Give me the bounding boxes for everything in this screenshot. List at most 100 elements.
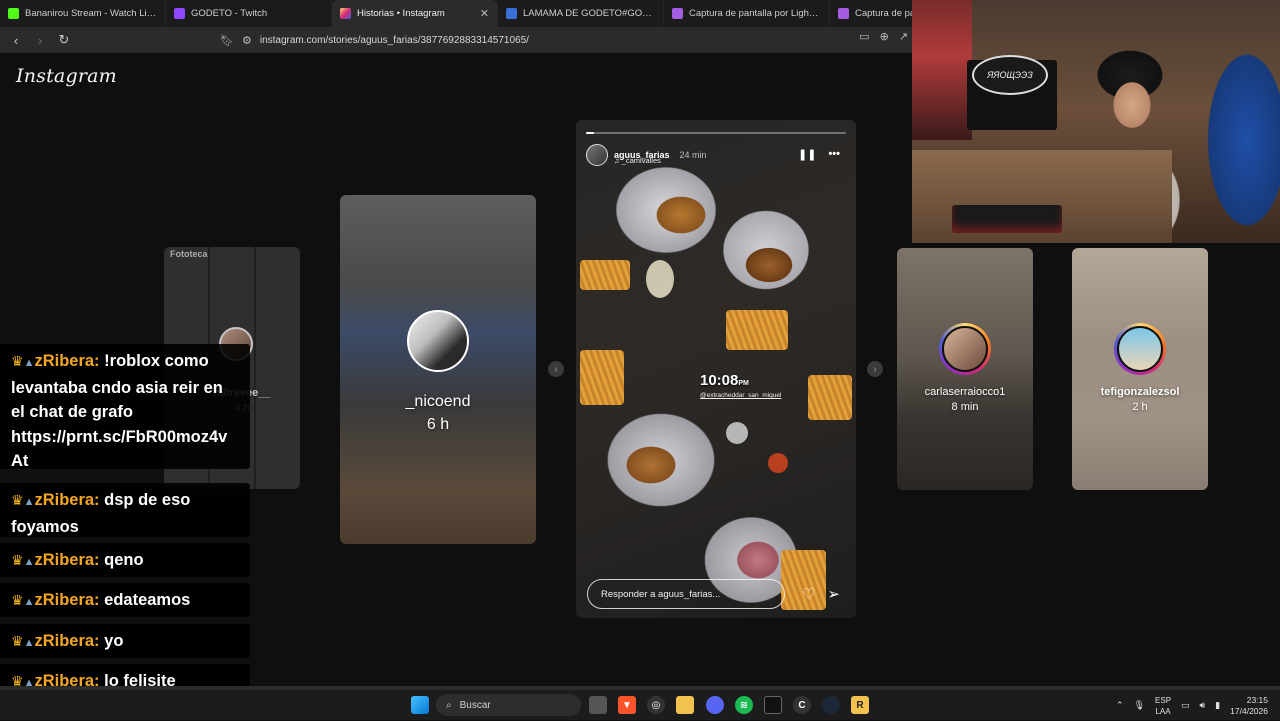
clock-date: 17/4/2026 [1230,705,1268,716]
clock-time: 23:15 [1246,694,1268,705]
volume-icon[interactable]: 🔊︎ [1200,700,1206,711]
battery-icon[interactable]: ▮ [1215,700,1220,711]
spotify-icon[interactable]: ≋ [735,696,753,714]
site-info-icon[interactable]: ⚙︎ [242,34,252,47]
avatar [407,310,469,372]
tab-title: Bananirou Stream - Watch Live o [25,8,157,19]
tab-title: LAMAMA DE GODETO#GOLPE - Esta [523,8,655,19]
chat-text: yo [104,632,124,650]
story-preview-tefigonzalezsol[interactable]: tefigonzalezsol 2 h [1072,248,1208,490]
chat-text: qeno [104,551,144,569]
taskbar-search[interactable]: ⌕ Buscar [436,694,581,716]
capcut-icon[interactable] [764,696,782,714]
file-explorer-icon[interactable] [676,696,694,714]
instagram-logo[interactable]: Instagram [16,65,117,87]
previous-story-button[interactable]: ‹ [548,361,564,377]
discord-icon[interactable] [706,696,724,714]
reply-input[interactable]: Responder a aguus_farias... [587,579,785,609]
heart-icon[interactable]: ♡ [802,585,815,603]
search-icon: ⌕ [446,699,452,711]
language-indicator[interactable]: ESP LAA [1155,695,1171,717]
windows-start-icon[interactable] [411,696,429,714]
close-tab-icon[interactable]: ✕ [480,7,489,20]
story-time: 24 min [679,150,707,160]
tab-lightshot-1[interactable]: Captura de pantalla por Lightshot [664,0,830,27]
badge-icon: ▲ [23,556,35,568]
story-time: 6 h [426,416,450,433]
page-icon [506,8,517,19]
roblox-icon[interactable]: R [851,696,869,714]
browser-toolbar: ‹ › ↻ 🔖︎ ⚙︎ instagram.com/stories/aguus_… [0,27,912,53]
url-text[interactable]: instagram.com/stories/aguus_farias/38776… [260,35,529,46]
edge-icon[interactable]: C [793,696,811,714]
avatar[interactable] [586,144,608,166]
story-photo-detail [808,375,852,420]
crown-icon: ♛ [11,592,24,608]
story-progress-bar [586,132,846,134]
story-preview-nicoend[interactable]: _nicoend 6 h [340,195,536,544]
story-username: carlaserraiocco1 [924,386,1006,398]
chat-message: ♛▲zRibera: qeno [0,543,250,577]
chat-message: ♛▲zRibera: edateamos [0,583,250,617]
address-bar[interactable]: 🔖︎ ⚙︎ instagram.com/stories/aguus_farias… [220,30,910,50]
crown-icon: ♛ [11,492,24,508]
more-options-icon[interactable]: ••• [828,148,840,161]
chat-username: zRibera: [34,632,100,650]
story-username: _nicoend [405,393,471,410]
share-icon[interactable]: ↗ [899,30,908,43]
streamer-webcam: ЯЯОЩЭЭЗ [912,0,1280,243]
story-photo-detail [768,453,788,473]
display-icon[interactable]: ▭ [1181,700,1190,711]
brave-icon[interactable]: ▼ [618,696,636,714]
story-controls: ❚❚ ••• [798,148,840,161]
chevron-up-icon[interactable]: ⌃ [1116,700,1124,711]
chat-message: ♛▲zRibera: yo [0,624,250,658]
story-music-label[interactable]: ♫ _camivalles [614,156,661,165]
keyboard [952,205,1062,233]
avatar [939,323,991,375]
tab-lamama[interactable]: LAMAMA DE GODETO#GOLPE - Esta [498,0,664,27]
badge-icon: ▲ [23,596,35,608]
instagram-icon [340,8,351,19]
lightshot-icon [672,8,683,19]
chrome-icon[interactable]: ◎ [647,696,665,714]
chat-username: zRibera: [34,352,100,370]
microphone-icon[interactable]: 🎙︎ [1134,700,1145,711]
next-story-button[interactable]: › [867,361,883,377]
taskbar-clock[interactable]: 23:15 17/4/2026 [1230,695,1268,717]
reload-icon[interactable]: ↻ [54,30,74,50]
steam-icon[interactable] [822,696,840,714]
tab-title: Captura de pantalla por Lightshot [689,8,821,19]
crown-icon: ♛ [11,633,24,649]
bookmark-icon[interactable]: 🔖︎ [220,34,234,47]
story-photo-detail [726,422,748,444]
send-icon[interactable]: ➢ [827,585,840,603]
tab-godeto-twitch[interactable]: GODETO - Twitch [166,0,332,27]
toolbar-actions: ▭ ⊕ ↗ [859,30,908,43]
pause-icon[interactable]: ❚❚ [798,148,816,161]
cast-icon[interactable]: ▭ [859,30,869,43]
clock-suffix: PM [738,380,749,387]
lightshot-icon [838,8,849,19]
lang-bottom: LAA [1155,706,1171,716]
crown-icon: ♛ [11,353,24,369]
current-story[interactable]: aguus_farias 24 min ♫ _camivalles ❚❚ •••… [576,120,856,618]
tab-instagram[interactable]: Historias • Instagram ✕ [332,0,498,27]
kick-icon [8,8,19,19]
chat-message: ♛▲zRibera: dsp de eso foyamos [0,483,250,537]
story-progress-fill [586,132,594,134]
story-mention-sticker[interactable]: @extracheddar_san_miguel [700,392,781,399]
forward-icon[interactable]: › [30,30,50,50]
avatar [1114,323,1166,375]
task-view-icon[interactable] [589,696,607,714]
story-photo-detail [580,260,630,290]
back-icon[interactable]: ‹ [6,30,26,50]
story-preview-carlaserraiocco1[interactable]: carlaserraiocco1 8 min [897,248,1033,490]
zoom-icon[interactable]: ⊕ [880,30,889,43]
crown-icon: ♛ [11,552,24,568]
windows-taskbar: ⌕ Buscar ▼ ◎ ≋ C R ⌃ 🎙︎ ESP LAA ▭ 🔊︎ ▮ 2… [0,689,1280,720]
chat-text: edateamos [104,591,191,609]
story-time: 2 h [1132,401,1148,413]
story-clock-sticker: 10:08PM [700,372,749,389]
tab-bananirou[interactable]: Bananirou Stream - Watch Live o [0,0,166,27]
